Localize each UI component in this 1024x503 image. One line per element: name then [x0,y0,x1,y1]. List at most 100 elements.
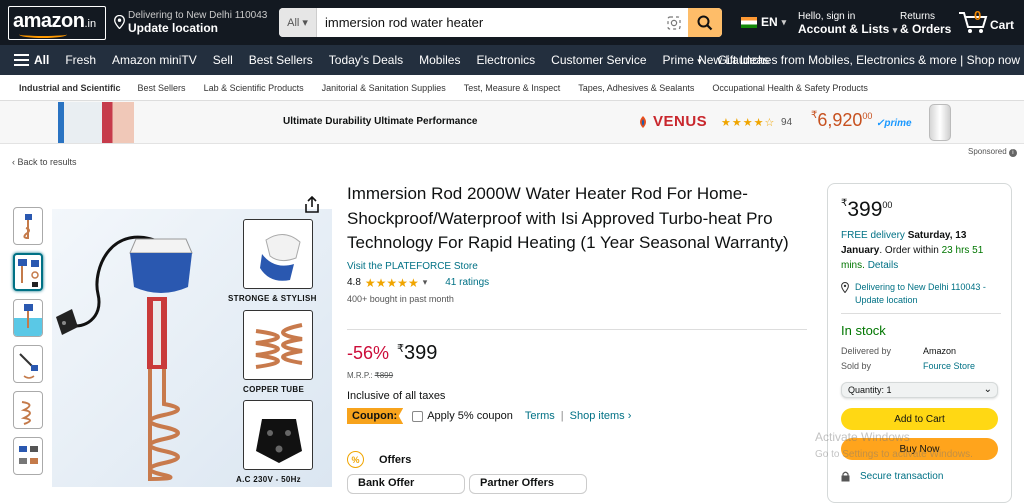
tax-note: Inclusive of all taxes [347,390,446,402]
category-occupational[interactable]: Occupational Health & Safety Products [703,83,877,93]
secondary-navbar: All Fresh Amazon miniTV Sell Best Seller… [0,45,1024,75]
delivered-by-label: Delivered by [841,346,892,356]
thumbnail-1[interactable] [13,207,43,245]
product-title: Immersion Rod 2000W Water Heater Rod For… [347,184,789,252]
category-bar: Industrial and Scientific Best Sellers L… [0,75,1024,101]
delivery-location-link[interactable]: Delivering to New Delhi 110043 - Update … [841,281,1006,307]
thumbnail-6[interactable] [13,437,43,475]
coupon-row: Coupon: Apply 5% coupon Terms | Shop ite… [347,408,631,424]
share-icon[interactable] [304,196,320,213]
nav-todays-deals[interactable]: Today's Deals [321,53,411,67]
thumbnail-5[interactable] [13,391,43,429]
add-to-cart-button[interactable]: Add to Cart [841,408,998,430]
camera-search-icon[interactable] [660,8,688,37]
offer-card-bank[interactable]: Bank Offer [347,474,465,494]
lock-icon [841,471,850,482]
nav-sell[interactable]: Sell [205,53,241,67]
banner-tagline: Ultimate Durability Ultimate Performance [283,116,478,127]
mrp: M.R.P.: ₹899 [347,371,394,380]
quantity-select[interactable]: Quantity: 1 ⌄ [841,382,998,398]
banner-heater-image [929,104,951,141]
promo-link[interactable]: New Launches from Mobiles, Electronics &… [698,53,1020,67]
deliver-line1: Delivering to New Delhi 110043 [128,10,268,21]
sold-by-link[interactable]: Fource Store [923,361,975,371]
deliver-line2: Update location [128,21,219,35]
delivery-info: FREE delivery Saturday, 13 January. Orde… [841,230,984,271]
chevron-down-icon: ▾ [892,25,898,35]
thumbnail-3[interactable] [13,299,43,337]
location-pin-icon [114,15,125,29]
coupon-checkbox[interactable] [412,410,424,422]
store-link[interactable]: Visit the PLATEFORCE Store [347,261,807,272]
category-test-measure[interactable]: Test, Measure & Inspect [455,83,570,93]
nav-mobiles[interactable]: Mobiles [411,53,468,67]
location-pin-icon [841,282,849,293]
search-bar: All ▾ immersion rod water heater [279,8,722,37]
delivery-details-link[interactable]: Details [868,260,899,271]
feature-box-head [243,219,313,289]
all-menu-button[interactable]: All [0,53,57,67]
venus-brand-logo: VENUS [636,113,707,130]
language-selector[interactable]: EN ▾ [741,15,786,29]
chevron-down-icon: ⌄ [983,384,992,395]
feature-label-1: STRONGE & STYLISH [228,294,317,303]
amazon-logo[interactable]: amazon.in [8,6,106,40]
nav-electronics[interactable]: Electronics [468,53,543,67]
rating-stars-icon[interactable]: ★★★★★ [365,276,419,290]
info-icon: i [1008,149,1017,157]
separator: | [560,410,564,422]
category-industrial[interactable]: Industrial and Scientific [0,83,129,93]
ratings-count-link[interactable]: 41 ratings [445,277,489,288]
category-lab[interactable]: Lab & Scientific Products [195,83,313,93]
search-input[interactable]: immersion rod water heater [317,8,660,37]
chevron-down-icon[interactable]: ▾ [423,277,428,288]
hamburger-icon [14,54,29,66]
nav-fresh[interactable]: Fresh [57,53,104,67]
banner-rating-count: 94 [781,117,793,128]
divider [841,313,1001,314]
nav-customer-service[interactable]: Customer Service [543,53,654,67]
search-button[interactable] [688,8,722,37]
product-price: ₹399 [397,342,438,364]
top-navbar: amazon.in Delivering to New Delhi 110043… [0,0,1024,45]
stock-status: In stock [841,323,886,338]
nav-minitv[interactable]: Amazon miniTV [104,53,205,67]
main-product-image[interactable]: STRONGE & STYLISH COPPER TUBE A.C 230V -… [52,209,332,487]
coupon-text: Apply 5% coupon [427,410,513,422]
offer-card-partner[interactable]: Partner Offers [469,474,587,494]
discount-percent: -56% [347,343,390,363]
cart-count: 0 [974,8,982,23]
offer-percent-icon: % [347,451,364,468]
delivered-by-value: Amazon [923,346,957,356]
coupon-terms-link[interactable]: Terms [525,410,555,422]
shop-items-link[interactable]: Shop items › [570,410,632,422]
back-to-results-link[interactable]: ‹ Back to results [12,157,77,167]
cart-button[interactable]: 0 Cart [958,8,1014,34]
thumbnail-2[interactable] [13,253,43,291]
product-details: Immersion Rod 2000W Water Heater Rod For… [347,182,807,304]
thumbnail-strip [13,207,43,483]
sold-by-label: Sold by [841,361,872,371]
venus-logo-icon [640,115,646,128]
bought-count: 400+ bought in past month [347,293,454,304]
search-category-dropdown[interactable]: All ▾ [279,8,317,37]
rating-value: 4.8 [347,277,361,288]
account-menu[interactable]: Hello, sign in Account & Lists ▾ [798,11,897,36]
buybox-price: ₹39900 [841,198,893,221]
category-best-sellers[interactable]: Best Sellers [129,83,195,93]
category-tapes[interactable]: Tapes, Adhesives & Sealants [569,83,703,93]
sponsored-banner[interactable]: Ultimate Durability Ultimate Performance… [0,101,1024,144]
returns-orders-link[interactable]: Returns & Orders [900,11,951,36]
feature-box-copper [243,310,313,380]
secure-transaction-link[interactable]: Secure transaction [841,471,943,482]
search-icon [697,15,713,30]
category-janitorial[interactable]: Janitorial & Sanitation Supplies [313,83,455,93]
deliver-to[interactable]: Delivering to New Delhi 110043 Update lo… [114,10,267,35]
banner-price: ₹6,92000 [811,110,873,130]
sponsored-label[interactable]: Sponsored i [968,147,1017,157]
offers-header: % Offers [347,451,411,468]
nav-best-sellers[interactable]: Best Sellers [241,53,321,67]
prime-badge: ✓prime [876,118,912,129]
coupon-tag: Coupon: [347,408,404,424]
thumbnail-4[interactable] [13,345,43,383]
